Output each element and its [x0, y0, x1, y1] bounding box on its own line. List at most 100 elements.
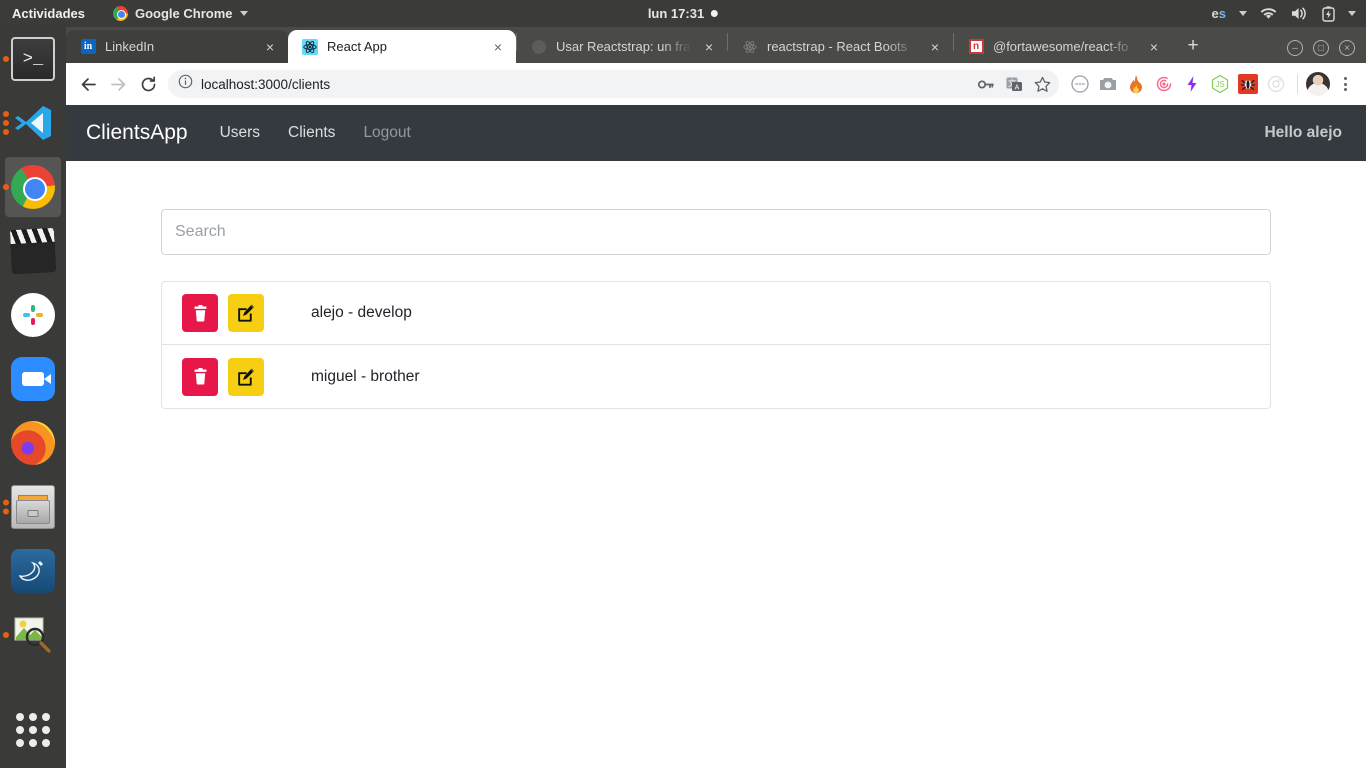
delete-button[interactable] [182, 358, 218, 396]
nodejs-icon[interactable]: JS [1207, 71, 1233, 97]
tab-close-icon[interactable]: × [490, 39, 506, 55]
clapperboard-icon [10, 228, 56, 274]
file-cabinet-icon [11, 485, 55, 529]
app-brand[interactable]: ClientsApp [82, 121, 188, 145]
nav-link-users[interactable]: Users [206, 124, 274, 142]
svg-text:A: A [1014, 84, 1019, 91]
app-menu-button[interactable]: Google Chrome [113, 6, 248, 21]
wifi-icon [1260, 7, 1277, 20]
edit-button[interactable] [228, 294, 264, 332]
running-indicator [3, 500, 9, 515]
user-greeting: Hello alejo [1264, 124, 1350, 142]
address-bar[interactable]: localhost:3000/clients 文A [168, 70, 1059, 98]
edit-button[interactable] [228, 358, 264, 396]
tab-close-icon[interactable]: × [701, 39, 717, 55]
back-arrow-icon[interactable] [74, 70, 102, 98]
tab-reactstrap-docs[interactable]: reactstrap - React Boots × [728, 30, 953, 63]
client-name: miguel - brother [311, 368, 420, 386]
tab-fortawesome-npm[interactable]: n @fortawesome/react-fo × [954, 30, 1172, 63]
info-circle-icon[interactable] [178, 74, 193, 94]
avatar[interactable] [1306, 72, 1330, 96]
dock-item-zoom[interactable] [0, 347, 66, 411]
dock-item-show-applications[interactable] [0, 698, 66, 762]
tab-react-app[interactable]: React App × [288, 30, 516, 63]
window-controls: – □ × [1279, 40, 1366, 63]
volume-icon [1290, 6, 1309, 21]
bookmark-star-icon[interactable] [1029, 71, 1055, 97]
gnome-top-bar: Actividades Google Chrome lun 17:31 es [0, 0, 1366, 27]
dock-item-terminal[interactable]: >_ [0, 27, 66, 91]
maximize-button[interactable]: □ [1313, 40, 1329, 56]
nav-link-clients[interactable]: Clients [274, 124, 349, 142]
client-name: alejo - develop [311, 304, 412, 322]
running-indicator [3, 56, 9, 62]
reload-icon[interactable] [134, 70, 162, 98]
clock-label: lun 17:31 [648, 6, 704, 21]
activities-button[interactable]: Actividades [12, 6, 85, 21]
translate-icon[interactable]: 文A [1001, 71, 1027, 97]
tab-close-icon[interactable]: × [1146, 39, 1162, 55]
generic-page-icon [531, 39, 547, 55]
dock-item-vscode[interactable] [0, 91, 66, 155]
keyboard-layout-indicator[interactable]: es [1212, 6, 1226, 21]
notification-dot-icon [711, 10, 718, 17]
forward-arrow-icon [104, 70, 132, 98]
tab-title: reactstrap - React Boots [767, 39, 918, 54]
close-window-button[interactable]: × [1339, 40, 1355, 56]
omnibox-actions: 文A [973, 70, 1059, 98]
firefox-icon [11, 421, 55, 465]
list-item[interactable]: miguel - brother [162, 345, 1270, 408]
tab-close-icon[interactable]: × [927, 39, 943, 55]
tab-title: @fortawesome/react-fo [993, 39, 1137, 54]
tab-linkedin[interactable]: in LinkedIn × [66, 30, 288, 63]
chrome-window: in LinkedIn × React App × Usar Reactstra… [66, 27, 1366, 768]
minimize-button[interactable]: – [1287, 40, 1303, 56]
running-indicator [3, 184, 9, 190]
new-tab-button[interactable]: + [1178, 31, 1208, 61]
dock-item-mysql-workbench[interactable] [0, 539, 66, 603]
hotjar-flame-icon[interactable] [1123, 71, 1149, 97]
dock-item-firefox[interactable] [0, 411, 66, 475]
loom-spiral-icon[interactable] [1151, 71, 1177, 97]
tab-strip: in LinkedIn × React App × Usar Reactstra… [66, 27, 1366, 63]
url-text: localhost:3000/clients [201, 77, 330, 92]
target-ring-icon [1263, 71, 1289, 97]
system-menu-chevron-down-icon[interactable] [1348, 11, 1356, 16]
tab-usar-reactstrap[interactable]: Usar Reactstrap: un fram × [517, 30, 727, 63]
lang-chevron-down-icon [1239, 11, 1247, 16]
app-grid-icon [16, 713, 50, 747]
kebab-menu-icon[interactable] [1332, 71, 1358, 97]
react-icon [302, 39, 318, 55]
dock-item-slack[interactable] [0, 283, 66, 347]
dock-item-image-viewer[interactable] [0, 603, 66, 667]
chevron-down-icon [240, 11, 248, 16]
list-item[interactable]: alejo - develop [162, 282, 1270, 345]
tab-title: React App [327, 39, 481, 54]
browser-toolbar: localhost:3000/clients 文A [66, 63, 1366, 105]
tab-title: Usar Reactstrap: un fram [556, 39, 692, 54]
lightning-bolt-icon[interactable] [1179, 71, 1205, 97]
vscode-icon [11, 101, 55, 145]
slack-icon [11, 293, 55, 337]
password-key-icon[interactable] [973, 71, 999, 97]
react-icon [742, 39, 758, 55]
chrome-icon [113, 6, 128, 21]
delete-button[interactable] [182, 294, 218, 332]
running-indicator [3, 632, 9, 638]
clock-button[interactable]: lun 17:31 [648, 6, 718, 21]
tab-close-icon[interactable]: × [262, 39, 278, 55]
zoom-icon [11, 357, 55, 401]
nav-link-logout[interactable]: Logout [349, 124, 424, 142]
running-indicator [3, 111, 9, 135]
web-page-content: ClientsApp Users Clients Logout Hello al… [66, 105, 1366, 768]
dock-item-files[interactable] [0, 475, 66, 539]
screenshot-camera-icon[interactable] [1095, 71, 1121, 97]
svg-text:JS: JS [1215, 80, 1224, 89]
battery-icon [1322, 6, 1335, 22]
system-tray[interactable]: es [1212, 6, 1356, 22]
bug-tracker-icon[interactable] [1235, 71, 1261, 97]
search-input[interactable] [161, 209, 1271, 255]
dock-item-video-editor[interactable] [0, 219, 66, 283]
dock-item-chrome[interactable] [0, 155, 66, 219]
react-devtools-icon[interactable] [1067, 71, 1093, 97]
